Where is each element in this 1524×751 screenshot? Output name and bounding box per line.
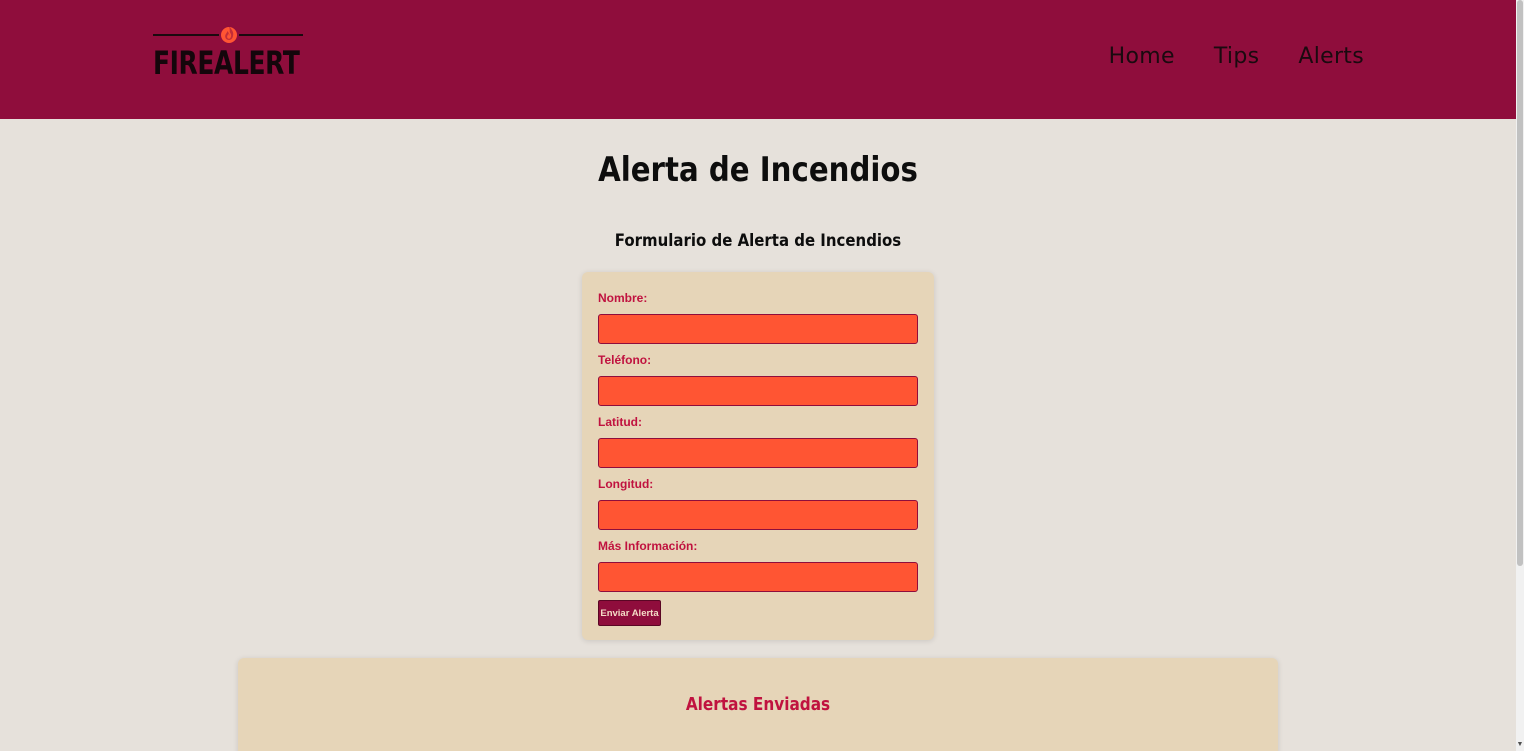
site-header: FIREALERT Home Tips Alerts xyxy=(0,0,1516,119)
nav-home-link[interactable]: Home xyxy=(1109,44,1175,69)
scrollbar-thumb[interactable] xyxy=(1517,0,1523,566)
logo-line-left xyxy=(153,34,219,36)
nav-tips-link[interactable]: Tips xyxy=(1214,44,1260,69)
main-nav: Home Tips Alerts xyxy=(1109,44,1364,69)
mas-informacion-label: Más Información: xyxy=(598,539,698,553)
logo-line-right xyxy=(239,34,303,36)
scroll-down-arrow-icon[interactable]: ▼ xyxy=(1516,741,1524,749)
nav-alerts-link[interactable]: Alerts xyxy=(1298,44,1364,69)
firealert-logo[interactable]: FIREALERT xyxy=(153,22,305,84)
latitud-input[interactable] xyxy=(598,438,918,468)
page-title: Alerta de Incendios xyxy=(598,150,918,190)
mas-informacion-input[interactable] xyxy=(598,562,918,592)
latitud-label: Latitud: xyxy=(598,415,642,429)
alertas-enviadas-title: Alertas Enviadas xyxy=(685,694,831,715)
fire-alert-form: Nombre: Teléfono: Latitud: Longitud: Más… xyxy=(582,272,934,640)
nombre-label: Nombre: xyxy=(598,291,648,305)
enviar-alerta-button[interactable]: Enviar Alerta xyxy=(598,600,661,626)
nombre-input[interactable] xyxy=(598,314,918,344)
longitud-label: Longitud: xyxy=(598,477,654,491)
logo-text: FIREALERT xyxy=(153,44,300,82)
telefono-input[interactable] xyxy=(598,376,918,406)
alertas-enviadas-panel: Alertas Enviadas xyxy=(238,658,1278,751)
longitud-input[interactable] xyxy=(598,500,918,530)
flame-icon xyxy=(221,26,237,43)
page-scrollbar[interactable]: ▼ xyxy=(1516,0,1524,751)
telefono-label: Teléfono: xyxy=(598,353,652,367)
form-title: Formulario de Alerta de Incendios xyxy=(614,231,902,251)
